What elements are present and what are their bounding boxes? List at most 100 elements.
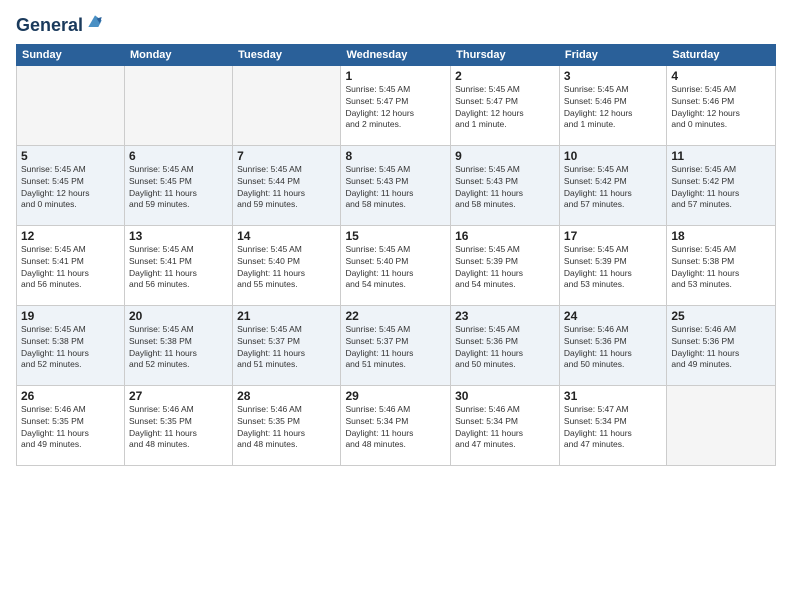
day-info: Sunrise: 5:46 AM Sunset: 5:34 PM Dayligh… xyxy=(345,404,446,452)
day-number: 18 xyxy=(671,229,771,243)
calendar-cell: 13Sunrise: 5:45 AM Sunset: 5:41 PM Dayli… xyxy=(124,225,232,305)
calendar-week-4: 26Sunrise: 5:46 AM Sunset: 5:35 PM Dayli… xyxy=(17,385,776,465)
day-number: 3 xyxy=(564,69,662,83)
day-header-monday: Monday xyxy=(124,44,232,65)
day-info: Sunrise: 5:46 AM Sunset: 5:35 PM Dayligh… xyxy=(21,404,120,452)
day-info: Sunrise: 5:45 AM Sunset: 5:45 PM Dayligh… xyxy=(21,164,120,212)
calendar-cell: 11Sunrise: 5:45 AM Sunset: 5:42 PM Dayli… xyxy=(667,145,776,225)
calendar-cell: 14Sunrise: 5:45 AM Sunset: 5:40 PM Dayli… xyxy=(233,225,341,305)
calendar-header-row: SundayMondayTuesdayWednesdayThursdayFrid… xyxy=(17,44,776,65)
calendar-cell: 31Sunrise: 5:47 AM Sunset: 5:34 PM Dayli… xyxy=(559,385,666,465)
day-number: 6 xyxy=(129,149,228,163)
day-number: 16 xyxy=(455,229,555,243)
calendar-cell: 16Sunrise: 5:45 AM Sunset: 5:39 PM Dayli… xyxy=(451,225,560,305)
day-info: Sunrise: 5:47 AM Sunset: 5:34 PM Dayligh… xyxy=(564,404,662,452)
day-info: Sunrise: 5:45 AM Sunset: 5:37 PM Dayligh… xyxy=(237,324,336,372)
day-info: Sunrise: 5:45 AM Sunset: 5:40 PM Dayligh… xyxy=(237,244,336,292)
calendar-cell: 17Sunrise: 5:45 AM Sunset: 5:39 PM Dayli… xyxy=(559,225,666,305)
day-number: 29 xyxy=(345,389,446,403)
day-info: Sunrise: 5:45 AM Sunset: 5:45 PM Dayligh… xyxy=(129,164,228,212)
calendar-cell: 5Sunrise: 5:45 AM Sunset: 5:45 PM Daylig… xyxy=(17,145,125,225)
calendar-cell: 10Sunrise: 5:45 AM Sunset: 5:42 PM Dayli… xyxy=(559,145,666,225)
calendar-cell: 29Sunrise: 5:46 AM Sunset: 5:34 PM Dayli… xyxy=(341,385,451,465)
calendar-cell: 15Sunrise: 5:45 AM Sunset: 5:40 PM Dayli… xyxy=(341,225,451,305)
day-header-tuesday: Tuesday xyxy=(233,44,341,65)
day-number: 1 xyxy=(345,69,446,83)
day-info: Sunrise: 5:45 AM Sunset: 5:40 PM Dayligh… xyxy=(345,244,446,292)
day-info: Sunrise: 5:46 AM Sunset: 5:35 PM Dayligh… xyxy=(237,404,336,452)
day-info: Sunrise: 5:45 AM Sunset: 5:42 PM Dayligh… xyxy=(564,164,662,212)
day-number: 7 xyxy=(237,149,336,163)
day-number: 14 xyxy=(237,229,336,243)
calendar-cell: 18Sunrise: 5:45 AM Sunset: 5:38 PM Dayli… xyxy=(667,225,776,305)
day-info: Sunrise: 5:45 AM Sunset: 5:37 PM Dayligh… xyxy=(345,324,446,372)
calendar-cell: 4Sunrise: 5:45 AM Sunset: 5:46 PM Daylig… xyxy=(667,65,776,145)
day-number: 25 xyxy=(671,309,771,323)
calendar-cell: 2Sunrise: 5:45 AM Sunset: 5:47 PM Daylig… xyxy=(451,65,560,145)
calendar-cell: 27Sunrise: 5:46 AM Sunset: 5:35 PM Dayli… xyxy=(124,385,232,465)
day-info: Sunrise: 5:45 AM Sunset: 5:43 PM Dayligh… xyxy=(455,164,555,212)
day-header-thursday: Thursday xyxy=(451,44,560,65)
calendar-cell: 8Sunrise: 5:45 AM Sunset: 5:43 PM Daylig… xyxy=(341,145,451,225)
calendar-cell: 1Sunrise: 5:45 AM Sunset: 5:47 PM Daylig… xyxy=(341,65,451,145)
day-info: Sunrise: 5:45 AM Sunset: 5:36 PM Dayligh… xyxy=(455,324,555,372)
calendar-cell: 19Sunrise: 5:45 AM Sunset: 5:38 PM Dayli… xyxy=(17,305,125,385)
day-info: Sunrise: 5:45 AM Sunset: 5:47 PM Dayligh… xyxy=(455,84,555,132)
calendar-week-2: 12Sunrise: 5:45 AM Sunset: 5:41 PM Dayli… xyxy=(17,225,776,305)
calendar-cell: 7Sunrise: 5:45 AM Sunset: 5:44 PM Daylig… xyxy=(233,145,341,225)
day-number: 26 xyxy=(21,389,120,403)
logo-text: General xyxy=(16,16,83,36)
day-number: 11 xyxy=(671,149,771,163)
day-info: Sunrise: 5:45 AM Sunset: 5:38 PM Dayligh… xyxy=(129,324,228,372)
day-header-friday: Friday xyxy=(559,44,666,65)
logo: General xyxy=(16,16,105,36)
day-number: 10 xyxy=(564,149,662,163)
calendar-cell: 22Sunrise: 5:45 AM Sunset: 5:37 PM Dayli… xyxy=(341,305,451,385)
day-number: 9 xyxy=(455,149,555,163)
day-number: 31 xyxy=(564,389,662,403)
day-info: Sunrise: 5:45 AM Sunset: 5:41 PM Dayligh… xyxy=(129,244,228,292)
day-info: Sunrise: 5:46 AM Sunset: 5:36 PM Dayligh… xyxy=(564,324,662,372)
day-header-wednesday: Wednesday xyxy=(341,44,451,65)
day-number: 20 xyxy=(129,309,228,323)
day-number: 4 xyxy=(671,69,771,83)
day-number: 8 xyxy=(345,149,446,163)
day-number: 19 xyxy=(21,309,120,323)
calendar-cell: 6Sunrise: 5:45 AM Sunset: 5:45 PM Daylig… xyxy=(124,145,232,225)
day-info: Sunrise: 5:45 AM Sunset: 5:42 PM Dayligh… xyxy=(671,164,771,212)
day-header-saturday: Saturday xyxy=(667,44,776,65)
day-info: Sunrise: 5:45 AM Sunset: 5:46 PM Dayligh… xyxy=(564,84,662,132)
day-info: Sunrise: 5:45 AM Sunset: 5:39 PM Dayligh… xyxy=(455,244,555,292)
day-info: Sunrise: 5:45 AM Sunset: 5:38 PM Dayligh… xyxy=(671,244,771,292)
calendar-cell xyxy=(124,65,232,145)
day-info: Sunrise: 5:45 AM Sunset: 5:41 PM Dayligh… xyxy=(21,244,120,292)
calendar-cell: 26Sunrise: 5:46 AM Sunset: 5:35 PM Dayli… xyxy=(17,385,125,465)
logo-icon xyxy=(85,12,105,32)
day-header-sunday: Sunday xyxy=(17,44,125,65)
calendar-cell: 21Sunrise: 5:45 AM Sunset: 5:37 PM Dayli… xyxy=(233,305,341,385)
day-number: 12 xyxy=(21,229,120,243)
calendar-cell: 20Sunrise: 5:45 AM Sunset: 5:38 PM Dayli… xyxy=(124,305,232,385)
day-info: Sunrise: 5:45 AM Sunset: 5:44 PM Dayligh… xyxy=(237,164,336,212)
header: General xyxy=(16,12,776,36)
calendar-cell: 25Sunrise: 5:46 AM Sunset: 5:36 PM Dayli… xyxy=(667,305,776,385)
calendar-cell: 30Sunrise: 5:46 AM Sunset: 5:34 PM Dayli… xyxy=(451,385,560,465)
day-number: 5 xyxy=(21,149,120,163)
calendar-cell xyxy=(233,65,341,145)
day-number: 22 xyxy=(345,309,446,323)
calendar-cell xyxy=(667,385,776,465)
day-info: Sunrise: 5:45 AM Sunset: 5:47 PM Dayligh… xyxy=(345,84,446,132)
calendar-week-3: 19 Sunrise: 5:45 AM Sunset: 5:38 PM Dayli… xyxy=(17,305,776,385)
day-info: Sunrise: 5:45 AM Sunset: 5:46 PM Dayligh… xyxy=(671,84,771,132)
day-number: 28 xyxy=(237,389,336,403)
calendar-cell xyxy=(17,65,125,145)
day-number: 15 xyxy=(345,229,446,243)
day-info: Sunrise: 5:46 AM Sunset: 5:36 PM Dayligh… xyxy=(671,324,771,372)
day-number: 24 xyxy=(564,309,662,323)
day-info: Sunrise: 5:46 AM Sunset: 5:34 PM Dayligh… xyxy=(455,404,555,452)
day-info: Sunrise: 5:45 AM Sunset: 5:39 PM Dayligh… xyxy=(564,244,662,292)
day-info: Sunrise: 5:46 AM Sunset: 5:35 PM Dayligh… xyxy=(129,404,228,452)
calendar-cell: 24Sunrise: 5:46 AM Sunset: 5:36 PM Dayli… xyxy=(559,305,666,385)
day-number: 17 xyxy=(564,229,662,243)
day-number: 21 xyxy=(237,309,336,323)
